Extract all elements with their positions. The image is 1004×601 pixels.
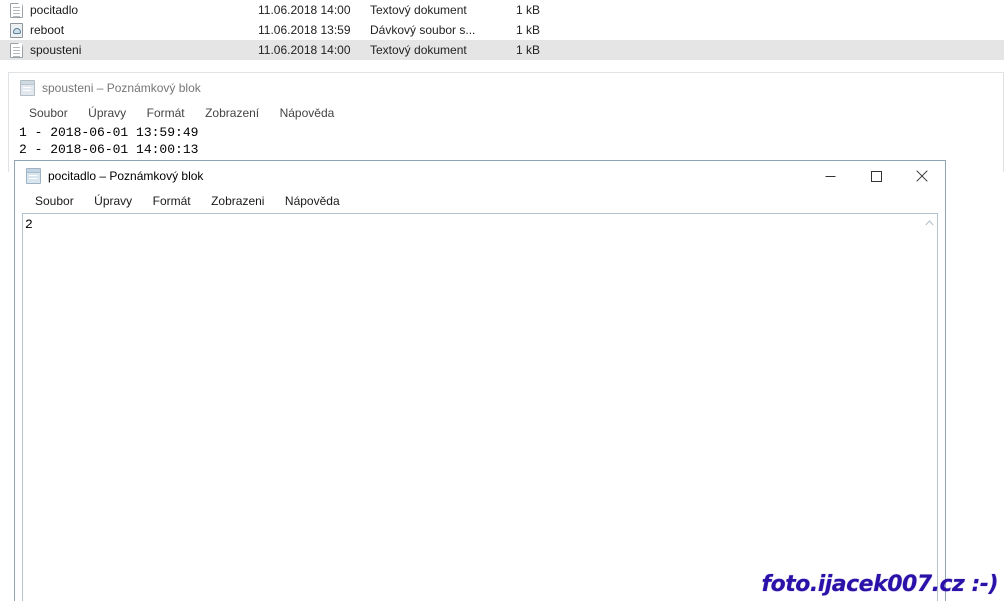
text-editor-region[interactable]: 2 [22, 213, 938, 601]
menu-item-format[interactable]: Formát [139, 103, 193, 124]
menu-item-napoveda[interactable]: Nápověda [272, 103, 343, 124]
text-editor-content[interactable]: 1 - 2018-06-01 13:59:49 2 - 2018-06-01 1… [19, 124, 198, 158]
maximize-button[interactable] [853, 161, 899, 191]
table-row[interactable]: spousteni 11.06.2018 14:00 Textový dokum… [0, 40, 1004, 60]
menu-bar[interactable]: Soubor Úpravy Formát Zobrazení Nápověda [9, 103, 1003, 124]
title-bar[interactable]: pocitadlo – Poznámkový blok [15, 161, 945, 191]
file-date: 11.06.2018 14:00 [258, 0, 351, 20]
menu-item-soubor[interactable]: Soubor [21, 103, 76, 124]
watermark: foto.ijacek007.cz :-) [762, 572, 998, 597]
file-date: 11.06.2018 13:59 [258, 20, 351, 40]
scroll-up-arrow-icon [925, 220, 934, 226]
text-document-icon [10, 3, 23, 18]
notepad-icon [20, 80, 35, 96]
menu-item-zobrazeni[interactable]: Zobrazení [197, 103, 267, 124]
close-icon [916, 170, 928, 182]
caption-buttons [807, 161, 945, 191]
window-title: spousteni – Poznámkový blok [42, 73, 201, 103]
file-name: spousteni [30, 40, 81, 60]
file-type: Dávkový soubor s... [370, 20, 475, 40]
menu-item-napoveda[interactable]: Nápověda [277, 191, 348, 212]
maximize-icon [871, 171, 882, 182]
table-row[interactable]: reboot 11.06.2018 13:59 Dávkový soubor s… [0, 20, 1004, 40]
window-title: pocitadlo – Poznámkový blok [48, 161, 203, 191]
table-row[interactable]: pocitadlo 11.06.2018 14:00 Textový dokum… [0, 0, 1004, 20]
menu-item-upravy[interactable]: Úpravy [80, 103, 134, 124]
menu-item-upravy[interactable]: Úpravy [86, 191, 140, 212]
file-type: Textový dokument [370, 40, 467, 60]
text-editor-content[interactable]: 2 [25, 216, 33, 233]
notepad-window-pocitadlo[interactable]: pocitadlo – Poznámkový blok Soubor [14, 160, 946, 601]
close-button[interactable] [899, 161, 945, 191]
file-name: pocitadlo [30, 0, 78, 20]
menu-item-zobrazeni[interactable]: Zobrazeni [203, 191, 272, 212]
menu-item-format[interactable]: Formát [145, 191, 199, 212]
file-size: 1 kB [490, 40, 540, 60]
minimize-button[interactable] [807, 161, 853, 191]
title-bar[interactable]: spousteni – Poznámkový blok [9, 73, 1003, 103]
file-name: reboot [30, 20, 64, 40]
minimize-icon [825, 171, 836, 182]
text-document-icon [10, 43, 23, 58]
notepad-window-spousteni[interactable]: spousteni – Poznámkový blok Soubor Úprav… [8, 72, 1004, 172]
file-list[interactable]: pocitadlo 11.06.2018 14:00 Textový dokum… [0, 0, 1004, 68]
file-type: Textový dokument [370, 0, 467, 20]
file-size: 1 kB [490, 0, 540, 20]
notepad-icon [26, 168, 41, 184]
file-date: 11.06.2018 14:00 [258, 40, 351, 60]
menu-bar[interactable]: Soubor Úpravy Formát Zobrazeni Nápověda [15, 191, 945, 212]
batch-file-icon [10, 23, 23, 38]
scroll-up-button[interactable] [921, 214, 937, 231]
menu-item-soubor[interactable]: Soubor [27, 191, 82, 212]
file-size: 1 kB [490, 20, 540, 40]
vertical-scrollbar[interactable] [920, 214, 937, 601]
